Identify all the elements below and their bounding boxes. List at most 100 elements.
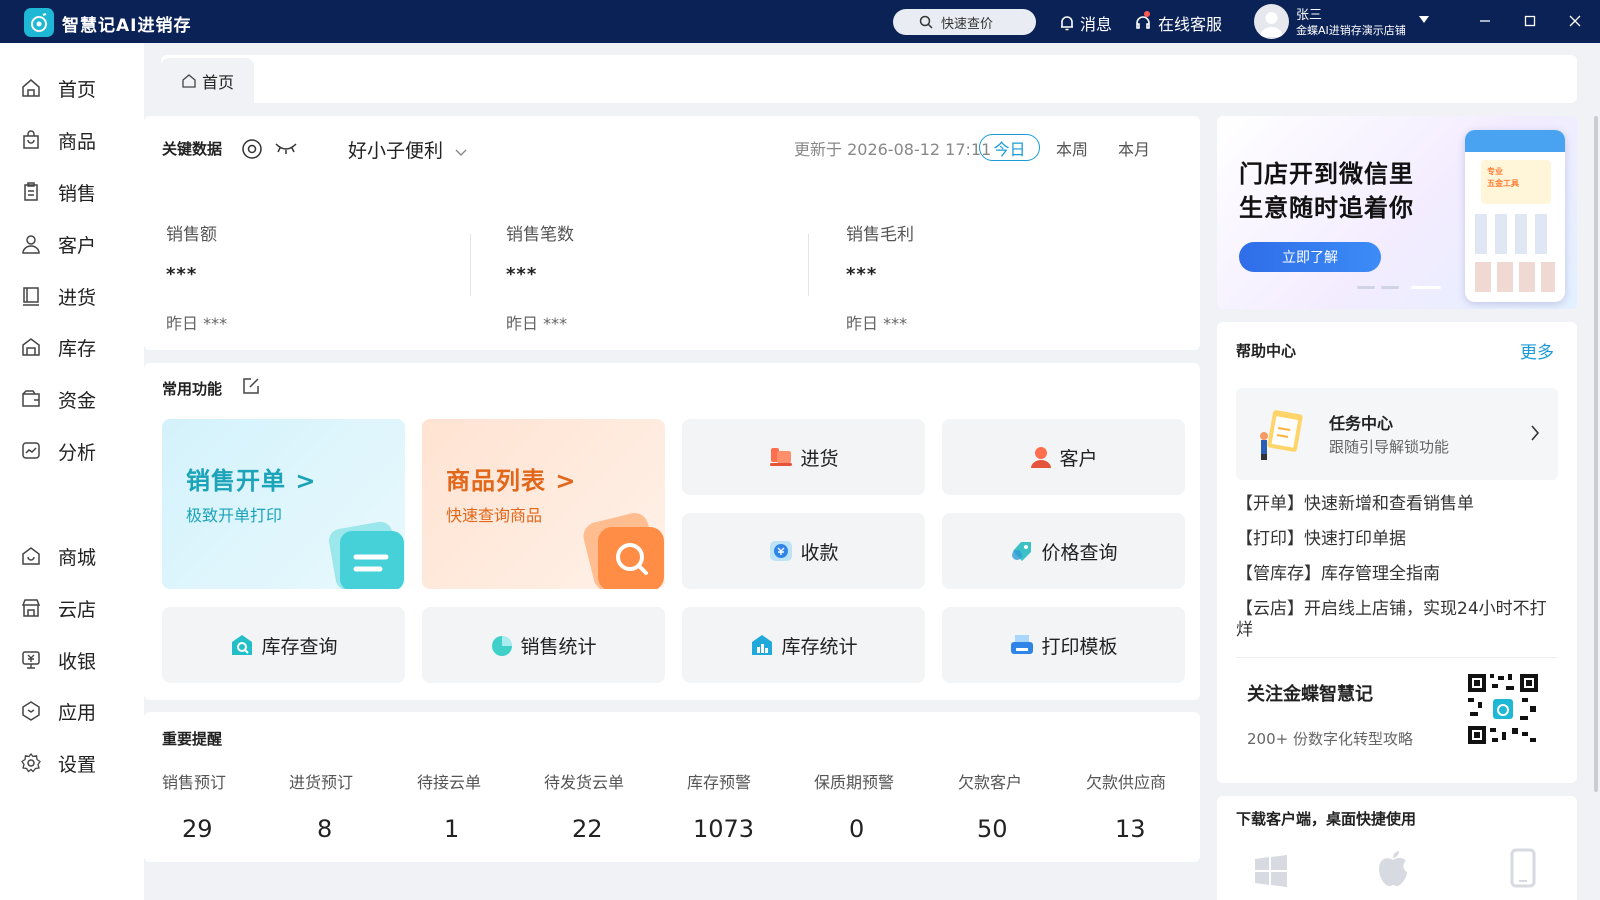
- user-store: 金蝶AI进销存演示店铺: [1296, 24, 1406, 37]
- metric-yesterday: 昨日 ***: [506, 314, 568, 333]
- inventory-query-tile[interactable]: 库存查询: [162, 607, 405, 683]
- sidebar-item-inventory[interactable]: 库存: [0, 327, 144, 367]
- sidebar-item-sales[interactable]: 销售: [0, 172, 144, 212]
- update-time: 更新于 2026-08-12 17:11: [794, 140, 992, 159]
- sidebar-item-funds[interactable]: 资金: [0, 379, 144, 419]
- tile-label: 库存查询: [261, 635, 338, 658]
- print-template-tile[interactable]: 打印模板: [942, 607, 1185, 683]
- reminder-value[interactable]: 22: [572, 815, 603, 843]
- customer-tile[interactable]: 客户: [942, 419, 1185, 495]
- help-article-link[interactable]: 【管库存】库存管理全指南: [1236, 564, 1558, 585]
- sidebar-item-apps[interactable]: 应用: [0, 691, 144, 731]
- chevron-down-icon[interactable]: [1419, 16, 1429, 23]
- reminder-label[interactable]: 库存预警: [687, 769, 751, 793]
- eye-icon[interactable]: [241, 138, 263, 160]
- avatar[interactable]: [1254, 4, 1289, 39]
- reminder-label[interactable]: 待接云单: [417, 769, 481, 793]
- metric-divider: [470, 234, 471, 296]
- learn-more-button[interactable]: 立即了解: [1239, 242, 1381, 272]
- sidebar-item-home[interactable]: 首页: [0, 68, 144, 108]
- edit-icon[interactable]: [241, 376, 261, 396]
- sidebar-item-customers[interactable]: 客户: [0, 224, 144, 264]
- sidebar-item-cloud-store[interactable]: 云店: [0, 588, 144, 628]
- carousel-dot[interactable]: [1357, 286, 1375, 289]
- period-month-button[interactable]: 本月: [1118, 136, 1150, 160]
- reminder-value[interactable]: 29: [182, 815, 213, 843]
- reminder-value[interactable]: 1: [444, 815, 459, 843]
- tile-label: 库存统计: [781, 635, 858, 658]
- minimize-button[interactable]: [1473, 9, 1497, 33]
- task-center-card[interactable]: 任务中心 跟随引导解锁功能: [1236, 388, 1558, 480]
- phone-text2: 五金工具: [1487, 179, 1519, 188]
- payment-tile[interactable]: 收款: [682, 513, 925, 589]
- scrollbar[interactable]: [1594, 116, 1598, 792]
- chevron-right-icon: [1531, 425, 1540, 441]
- promo-banner[interactable]: 门店开到微信里 生意随时追着你 立即了解 专业 五金工具: [1217, 116, 1577, 309]
- payment-icon: [770, 541, 793, 561]
- period-today-button[interactable]: 今日: [979, 134, 1040, 161]
- tile-label: 价格查询: [1041, 541, 1118, 564]
- hide-eye-icon[interactable]: [274, 140, 298, 156]
- period-week-button[interactable]: 本周: [1056, 136, 1088, 160]
- sidebar-item-mall[interactable]: 商城: [0, 536, 144, 576]
- reminder-label[interactable]: 销售预订: [162, 769, 226, 793]
- help-center-card: 帮助中心 更多 任务中心 跟随引导解锁功能 【开单】快速新增和查看销售单 【打印…: [1217, 322, 1577, 783]
- metric-label: 销售额: [166, 225, 217, 245]
- online-service-button[interactable]: 在线客服: [1134, 11, 1222, 35]
- help-article-link[interactable]: 【开单】快速新增和查看销售单: [1236, 494, 1558, 515]
- pie-chart-icon: [492, 636, 513, 656]
- inventory-stats-tile[interactable]: 库存统计: [682, 607, 925, 683]
- tab-home[interactable]: 首页: [161, 58, 254, 103]
- reminder-value[interactable]: 1073: [693, 815, 754, 843]
- app-name: 智慧记AI进销存: [62, 16, 192, 36]
- reminder-value[interactable]: 0: [849, 815, 864, 843]
- bar-chart-icon: [752, 635, 773, 655]
- product-list-tile[interactable]: 商品列表 > 快速查询商品: [422, 419, 665, 589]
- metric-value: ***: [166, 264, 198, 285]
- help-article-link[interactable]: 【打印】快速打印单据: [1236, 529, 1558, 550]
- windows-icon[interactable]: [1253, 854, 1289, 888]
- store-selector[interactable]: 好小子便利: [348, 136, 467, 163]
- sidebar-item-cashier[interactable]: 收银: [0, 640, 144, 680]
- messages-button[interactable]: 消息: [1058, 11, 1112, 35]
- tab-bar: 首页: [161, 55, 1577, 103]
- maximize-icon: [1524, 15, 1536, 27]
- sidebar-item-label: 库存: [58, 338, 97, 360]
- apple-icon[interactable]: [1377, 850, 1409, 888]
- help-more-link[interactable]: 更多: [1520, 338, 1554, 363]
- sidebar-item-label: 设置: [58, 754, 97, 776]
- tile-label: 客户: [1059, 447, 1098, 470]
- sidebar-item-label: 客户: [58, 235, 97, 257]
- carousel-dot[interactable]: [1381, 286, 1399, 289]
- reminder-label[interactable]: 保质期预警: [814, 769, 894, 793]
- quick-price-search-button[interactable]: 快速查价: [893, 9, 1036, 35]
- reminder-label[interactable]: 欠款供应商: [1086, 769, 1166, 793]
- sidebar-item-purchase[interactable]: 进货: [0, 276, 144, 316]
- reminder-label[interactable]: 欠款客户: [958, 769, 1022, 793]
- phone-icon[interactable]: [1510, 848, 1536, 888]
- metric-sales-count: 销售笔数 *** 昨日 ***: [484, 214, 814, 364]
- reminder-label[interactable]: 待发货云单: [544, 769, 624, 793]
- document-icon: [329, 521, 404, 589]
- sales-order-tile[interactable]: 销售开单 > 极致开单打印: [162, 419, 405, 589]
- book-icon: [23, 287, 39, 306]
- price-query-tile[interactable]: 价格查询: [942, 513, 1185, 589]
- store-icon: [21, 599, 41, 617]
- reminder-value[interactable]: 50: [977, 815, 1008, 843]
- reminder-value[interactable]: 13: [1115, 815, 1146, 843]
- sales-stats-tile[interactable]: 销售统计: [422, 607, 665, 683]
- reminder-value[interactable]: 8: [317, 815, 332, 843]
- purchase-tile[interactable]: 进货: [682, 419, 925, 495]
- carousel-dot-active[interactable]: [1411, 286, 1441, 289]
- close-button[interactable]: [1563, 9, 1587, 33]
- search-label: 快速查价: [941, 16, 994, 32]
- sidebar-item-analysis[interactable]: 分析: [0, 431, 144, 471]
- home-icon: [22, 79, 40, 97]
- reminder-label[interactable]: 进货预订: [289, 769, 353, 793]
- sidebar-item-products[interactable]: 商品: [0, 120, 144, 160]
- sidebar-item-settings[interactable]: 设置: [0, 743, 144, 783]
- help-article-link[interactable]: 【云店】开启线上店铺，实现24小时不打烊: [1236, 599, 1558, 641]
- maximize-button[interactable]: [1518, 9, 1542, 33]
- metric-sales-amount: 销售额 *** 昨日 ***: [144, 214, 474, 364]
- purchase-icon: [770, 448, 793, 466]
